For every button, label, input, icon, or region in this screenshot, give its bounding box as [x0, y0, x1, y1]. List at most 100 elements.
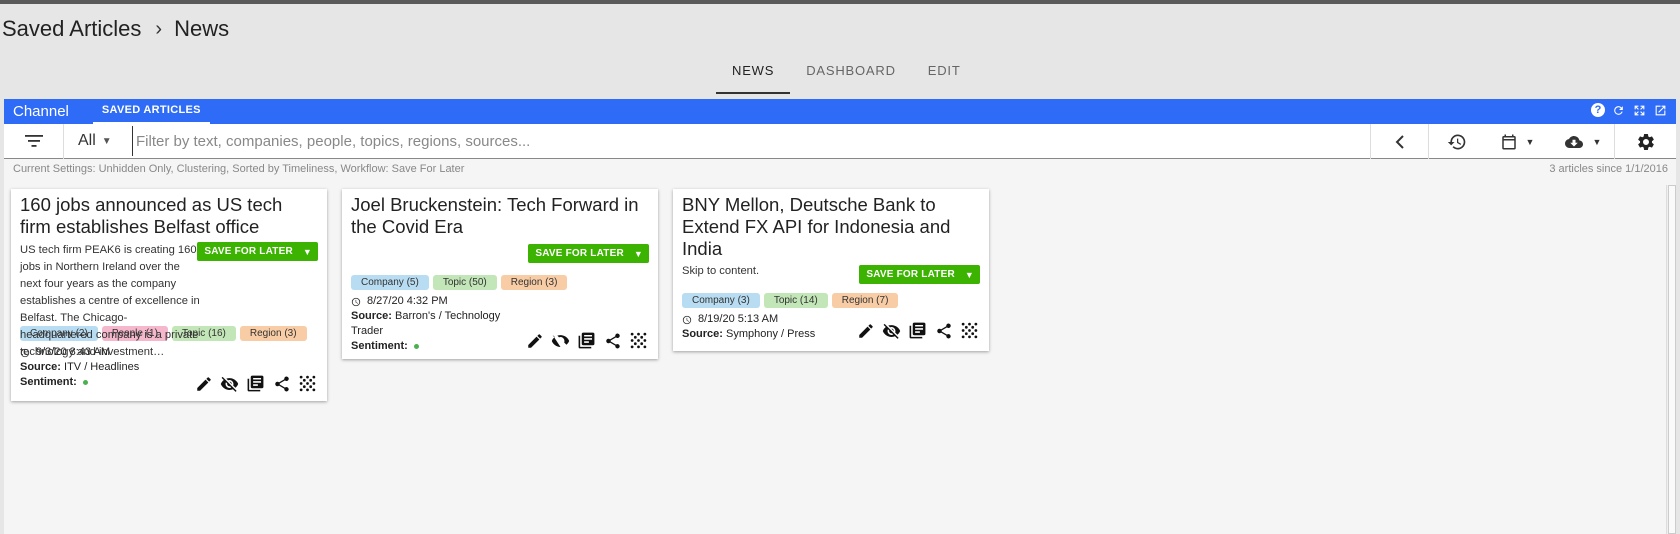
article-list: 160 jobs announced as US tech firm estab… [11, 189, 989, 401]
breadcrumb-separator: › [155, 17, 163, 40]
channel-panel: Channel SAVED ARTICLES ? All ▼ Filter by… [4, 99, 1676, 534]
article-actions [194, 374, 317, 393]
save-for-later-button[interactable]: SAVE FOR LATER ▼ [197, 242, 318, 261]
download-button[interactable]: ▼ [1550, 124, 1614, 159]
collapse-button[interactable] [1370, 124, 1428, 159]
help-icon[interactable]: ? [1591, 103, 1605, 117]
save-for-later-label: SAVE FOR LATER [204, 246, 293, 257]
breadcrumb-parent[interactable]: Saved Articles [2, 16, 141, 42]
article-date-text: 8/27/20 4:32 PM [367, 295, 448, 307]
edit-icon[interactable] [856, 321, 875, 340]
hide-icon[interactable] [220, 374, 239, 393]
article-card: 160 jobs announced as US tech firm estab… [11, 189, 327, 401]
chevron-left-icon [1395, 134, 1404, 149]
tag-topic[interactable]: Topic (14) [763, 293, 828, 308]
tag-topic[interactable]: Topic (50) [432, 275, 497, 290]
article-date: 8/27/20 4:32 PM [351, 294, 649, 309]
tag-list: Company (3) Topic (14) Region (7) [682, 293, 980, 308]
share-icon[interactable] [603, 331, 622, 350]
open-external-icon[interactable] [1653, 103, 1668, 118]
vertical-scrollbar[interactable] [1666, 185, 1676, 534]
save-for-later-label: SAVE FOR LATER [866, 269, 955, 280]
share-icon[interactable] [272, 374, 291, 393]
hide-icon[interactable] [882, 321, 901, 340]
sentiment-label: Sentiment: [20, 376, 77, 388]
tab-edit[interactable]: EDIT [912, 54, 977, 94]
settings-button[interactable] [1614, 124, 1676, 159]
tag-company[interactable]: Company (3) [682, 293, 760, 308]
tag-region[interactable]: Region (7) [831, 293, 899, 308]
article-title[interactable]: BNY Mellon, Deutsche Bank to Extend FX A… [682, 194, 980, 260]
clock-icon [682, 315, 692, 324]
tag-company[interactable]: Company (5) [351, 275, 429, 290]
hide-icon[interactable] [551, 331, 570, 350]
filter-actions: ▼ ▼ [1370, 124, 1676, 159]
scope-select-value: All [78, 132, 96, 149]
cluster-icon[interactable] [298, 374, 317, 393]
chevron-down-icon: ▼ [1525, 136, 1535, 147]
top-border [0, 0, 1680, 4]
channel-header: Channel SAVED ARTICLES ? [4, 99, 1676, 124]
search-input[interactable] [132, 126, 1132, 156]
tab-saved-articles[interactable]: SAVED ARTICLES [92, 99, 210, 124]
article-summary: Skip to content. [682, 265, 760, 277]
chevron-down-icon: ▼ [964, 269, 974, 280]
breadcrumb: Saved Articles › News [2, 16, 229, 42]
articles-count: 3 articles since 1/1/2016 [1549, 163, 1668, 175]
edit-icon[interactable] [525, 331, 544, 350]
article-actions [856, 321, 979, 340]
sentiment-label: Sentiment: [351, 340, 408, 352]
library-icon[interactable] [577, 331, 596, 350]
current-settings-text: Current Settings: Unhidden Only, Cluster… [13, 163, 465, 175]
save-for-later-button[interactable]: SAVE FOR LATER ▼ [859, 265, 980, 284]
tab-news[interactable]: NEWS [716, 54, 791, 94]
cloud-download-icon [1564, 135, 1583, 148]
chevron-down-icon: ▼ [1592, 136, 1602, 147]
calendar-icon [1501, 134, 1516, 149]
edit-icon[interactable] [194, 374, 213, 393]
chevron-down-icon: ▼ [633, 248, 643, 259]
library-icon[interactable] [908, 321, 927, 340]
library-icon[interactable] [246, 374, 265, 393]
article-actions [525, 331, 648, 350]
settings-line: Current Settings: Unhidden Only, Cluster… [4, 159, 1676, 179]
history-button[interactable] [1428, 124, 1484, 159]
channel-toolbar: ? [1591, 103, 1668, 118]
source-label: Source: [682, 328, 723, 340]
scrollbar-thumb[interactable] [1668, 185, 1676, 534]
article-card: BNY Mellon, Deutsche Bank to Extend FX A… [673, 189, 989, 351]
article-source: ITV / Headlines [64, 361, 140, 373]
clock-icon [351, 297, 361, 306]
article-card: Joel Bruckenstein: Tech Forward in the C… [342, 189, 658, 359]
filter-toggle-button[interactable] [4, 123, 64, 159]
filter-bar: All ▼ ▼ ▼ [4, 123, 1676, 159]
chevron-down-icon: ▼ [302, 246, 312, 257]
article-source: Symphony / Press [726, 328, 816, 340]
sentiment-indicator [413, 343, 419, 349]
channel-title: Channel [13, 103, 69, 120]
source-label: Source: [351, 310, 392, 322]
cluster-icon[interactable] [960, 321, 979, 340]
gear-icon [1637, 133, 1654, 150]
save-for-later-button[interactable]: SAVE FOR LATER ▼ [528, 244, 649, 263]
article-title[interactable]: Joel Bruckenstein: Tech Forward in the C… [351, 194, 649, 238]
history-icon [1447, 134, 1465, 149]
article-date-text: 8/19/20 5:13 AM [698, 313, 779, 325]
share-icon[interactable] [934, 321, 953, 340]
tab-dashboard[interactable]: DASHBOARD [790, 54, 912, 94]
source-label: Source: [20, 361, 61, 373]
cluster-icon[interactable] [629, 331, 648, 350]
breadcrumb-current: News [174, 16, 230, 41]
article-summary: US tech firm PEAK6 is creating 160 jobs … [20, 244, 200, 358]
page-tabs: NEWS DASHBOARD EDIT [716, 54, 977, 94]
tag-region[interactable]: Region (3) [500, 275, 568, 290]
tag-list: Company (5) Topic (50) Region (3) [351, 275, 649, 290]
fullscreen-icon[interactable] [1632, 103, 1647, 118]
refresh-icon[interactable] [1611, 103, 1626, 118]
tag-region[interactable]: Region (3) [239, 326, 307, 341]
scope-select[interactable]: All ▼ [78, 132, 130, 150]
article-title[interactable]: 160 jobs announced as US tech firm estab… [20, 194, 318, 238]
filter-list-icon [24, 135, 43, 147]
sentiment-indicator [82, 379, 88, 385]
date-range-button[interactable]: ▼ [1484, 124, 1550, 159]
